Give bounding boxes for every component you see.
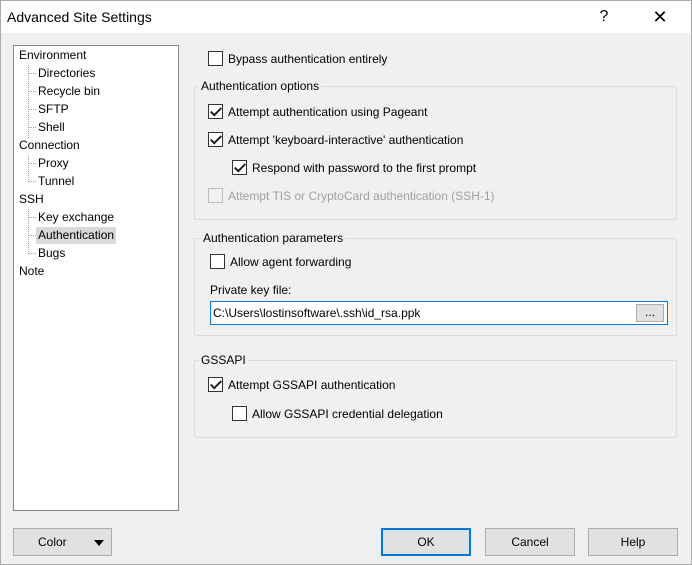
chevron-down-icon <box>94 540 104 546</box>
close-icon[interactable]: ✕ <box>637 1 683 33</box>
private-key-value: C:\Users\lostinsoftware\.ssh\id_rsa.ppk <box>213 306 421 320</box>
tree-item-connection[interactable]: Connection <box>17 137 82 154</box>
tree-item-bugs[interactable]: Bugs <box>36 245 67 262</box>
private-key-input[interactable]: C:\Users\lostinsoftware\.ssh\id_rsa.ppk … <box>210 301 668 325</box>
tree-item-recycle-bin[interactable]: Recycle bin <box>36 83 102 100</box>
tree-connector <box>28 235 36 236</box>
tree-connector <box>28 217 36 218</box>
tree-connector <box>28 163 36 164</box>
private-key-label: Private key file: <box>210 283 292 297</box>
gssapi-title: GSSAPI <box>199 353 248 367</box>
authentication-parameters-title: Authentication parameters <box>201 231 346 245</box>
pageant-checkbox[interactable] <box>208 104 223 119</box>
tree-connector <box>28 181 36 182</box>
respond-password-label[interactable]: Respond with password to the first promp… <box>252 159 476 177</box>
tree-connector <box>28 209 29 254</box>
keyboard-interactive-label[interactable]: Attempt 'keyboard-interactive' authentic… <box>228 131 463 149</box>
bypass-auth-label[interactable]: Bypass authentication entirely <box>228 50 387 68</box>
tree-item-authentication[interactable]: Authentication <box>36 227 117 244</box>
color-button-label: Color <box>38 535 67 549</box>
gssapi-attempt-checkbox[interactable] <box>208 377 223 392</box>
advanced-site-settings-dialog: Advanced Site Settings ? ✕ Environment D… <box>0 0 692 565</box>
tree-item-proxy[interactable]: Proxy <box>36 155 71 172</box>
tree-connector <box>28 155 29 182</box>
tree-connector <box>28 253 36 254</box>
respond-password-checkbox[interactable] <box>232 160 247 175</box>
tree-item-ssh[interactable]: SSH <box>17 191 46 208</box>
browse-private-key-button[interactable]: ... <box>636 304 664 322</box>
tree-item-note[interactable]: Note <box>17 263 46 280</box>
tree-item-tunnel[interactable]: Tunnel <box>36 173 76 190</box>
tree-item-sftp[interactable]: SFTP <box>36 101 71 118</box>
help-button[interactable]: Help <box>588 528 678 556</box>
gssapi-attempt-label[interactable]: Attempt GSSAPI authentication <box>228 376 395 394</box>
pageant-label[interactable]: Attempt authentication using Pageant <box>228 103 427 121</box>
keyboard-interactive-checkbox[interactable] <box>208 132 223 147</box>
bypass-auth-checkbox[interactable] <box>208 51 223 66</box>
tree-connector <box>28 127 36 128</box>
title-bar: Advanced Site Settings ? ✕ <box>1 1 691 33</box>
help-icon[interactable]: ? <box>581 1 627 33</box>
color-dropdown-button[interactable]: Color <box>13 528 112 556</box>
settings-tree[interactable]: Environment Directories Recycle bin SFTP… <box>13 45 179 511</box>
cancel-button[interactable]: Cancel <box>485 528 575 556</box>
window-title: Advanced Site Settings <box>7 9 152 25</box>
gssapi-delegation-checkbox[interactable] <box>232 406 247 421</box>
tree-connector <box>28 109 36 110</box>
gssapi-delegation-label[interactable]: Allow GSSAPI credential delegation <box>252 405 443 423</box>
tis-checkbox <box>208 188 223 203</box>
tree-connector <box>28 91 36 92</box>
agent-forwarding-label[interactable]: Allow agent forwarding <box>230 253 351 271</box>
gssapi-group <box>194 360 677 438</box>
tree-connector <box>28 73 36 74</box>
agent-forwarding-checkbox[interactable] <box>210 254 225 269</box>
ok-button[interactable]: OK <box>381 528 471 556</box>
tis-label: Attempt TIS or CryptoCard authentication… <box>228 189 495 203</box>
tree-item-environment[interactable]: Environment <box>17 47 88 64</box>
tree-item-directories[interactable]: Directories <box>36 65 97 82</box>
tree-item-shell[interactable]: Shell <box>36 119 67 136</box>
authentication-options-title: Authentication options <box>199 79 322 93</box>
tree-item-key-exchange[interactable]: Key exchange <box>36 209 116 226</box>
